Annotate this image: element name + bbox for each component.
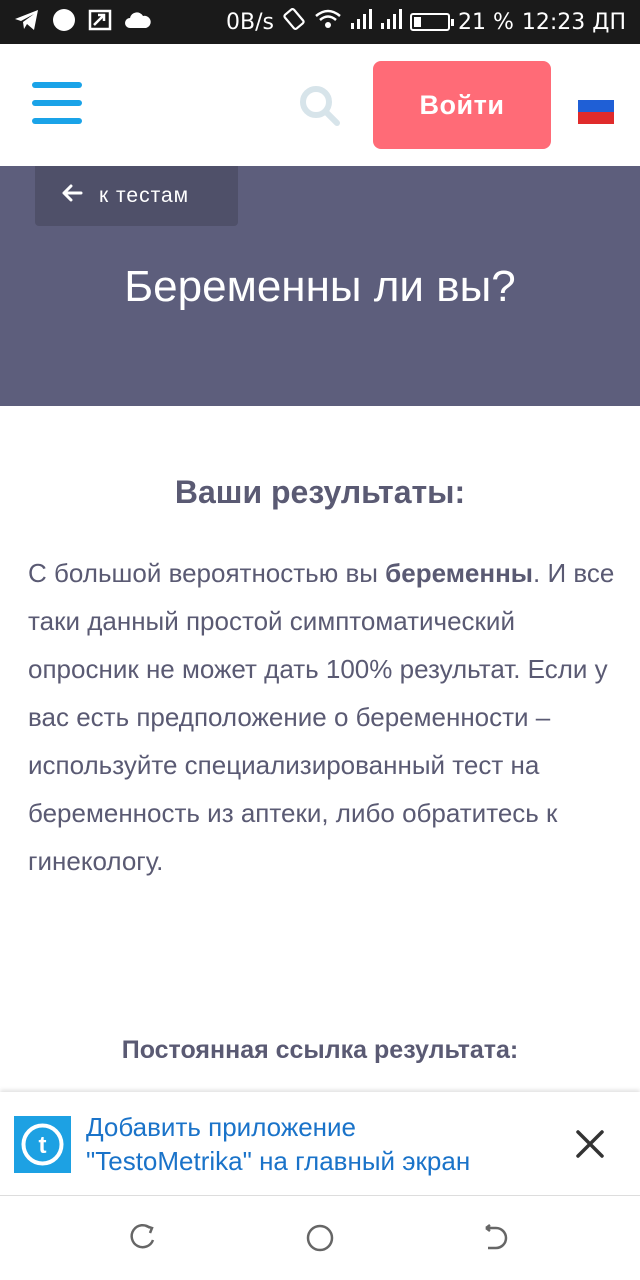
arrow-left-icon	[61, 184, 83, 208]
login-button[interactable]: Войти	[373, 61, 551, 149]
wifi-icon	[314, 8, 342, 36]
signal-icon	[350, 8, 372, 36]
battery-level	[413, 17, 421, 27]
page-title: Беременны ли вы?	[124, 262, 516, 311]
dot-icon	[52, 8, 76, 37]
flag-stripe	[578, 112, 614, 124]
result-prefix: С большой вероятностью вы	[28, 558, 386, 588]
status-bar: 0B/s 21 % 12:23 ДП	[0, 0, 640, 44]
app-logo-letter: t	[39, 1132, 47, 1159]
cast-icon	[88, 9, 112, 36]
result-suffix: . И все таки данный простой симптоматиче…	[28, 558, 615, 876]
app-logo-icon: t	[14, 1116, 71, 1173]
permalink-heading: Постоянная ссылка результата:	[121, 1036, 519, 1064]
add-to-homescreen-banner[interactable]: t Добавить приложение "TestoMetrika" на …	[0, 1092, 640, 1196]
result-highlight: беременны	[385, 558, 533, 588]
site-header: Войти	[0, 44, 640, 166]
rotate-icon	[282, 7, 306, 37]
home-icon[interactable]	[302, 1220, 338, 1256]
cloud-icon	[124, 10, 152, 35]
close-icon[interactable]	[572, 1126, 608, 1162]
back-to-tests-button[interactable]: к тестам	[35, 166, 238, 226]
clock: 12:23 ДП	[521, 9, 626, 35]
net-speed: 0B/s	[226, 9, 274, 35]
menu-icon[interactable]	[32, 82, 82, 126]
battery-icon	[409, 13, 454, 31]
search-icon[interactable]	[298, 84, 342, 128]
back-icon[interactable]	[478, 1220, 514, 1256]
system-indicators: 0B/s 21 % 12:23 ДП	[226, 7, 626, 37]
result-text: С большой вероятностью вы беременны. И в…	[28, 549, 618, 885]
results-heading: Ваши результаты:	[174, 474, 466, 510]
notification-icons	[14, 8, 152, 36]
telegram-icon	[14, 8, 40, 37]
navigation-bar	[0, 1196, 640, 1280]
hero-band: к тестам Беременны ли вы?	[0, 166, 640, 406]
signal-icon	[380, 8, 402, 36]
flag-stripe	[578, 88, 614, 100]
banner-text-line: Добавить приложение	[86, 1112, 357, 1142]
russian-flag-icon[interactable]	[578, 88, 614, 124]
back-label: к тестам	[99, 184, 190, 207]
banner-text-line: "TestoMetrika" на главный экран	[86, 1146, 471, 1176]
battery-percent: 21 %	[457, 9, 514, 35]
banner-text[interactable]: Добавить приложение "TestoMetrika" на гл…	[86, 1110, 546, 1178]
flag-stripe	[578, 100, 614, 112]
recent-apps-icon[interactable]	[124, 1220, 160, 1256]
